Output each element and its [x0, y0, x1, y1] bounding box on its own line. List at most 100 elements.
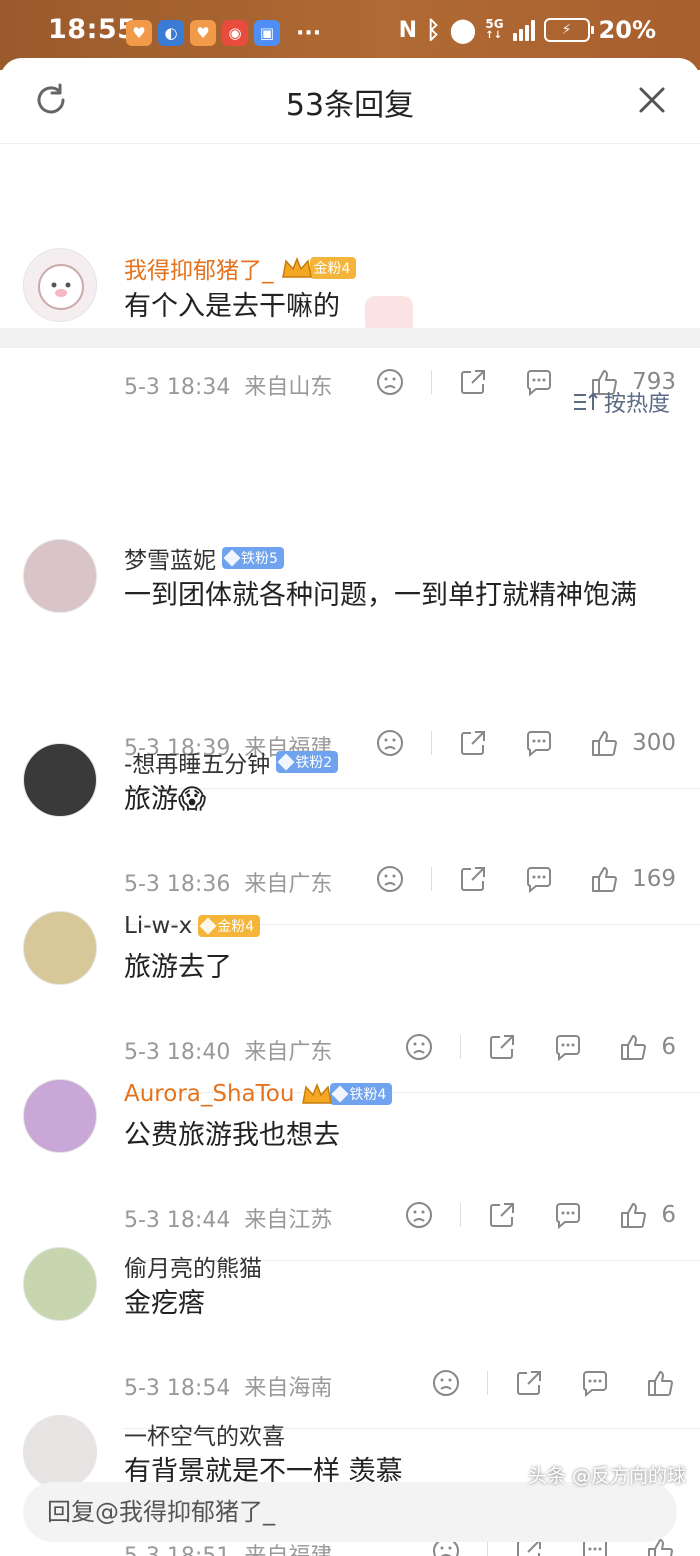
comment-time: 5-3 18:44: [124, 1208, 231, 1233]
reply-placeholder: 回复@我得抑郁猪了_: [47, 1498, 275, 1526]
comment-actions: 6: [404, 1032, 676, 1062]
share-icon[interactable]: [458, 864, 488, 894]
avatar[interactable]: [23, 743, 97, 817]
reply-icon[interactable]: [580, 1368, 610, 1398]
dislike-icon[interactable]: [375, 728, 405, 758]
username[interactable]: Li-w-x: [124, 913, 192, 939]
comment-meta: 5-3 18:44 来自江苏: [124, 1202, 332, 1234]
action-separator: [487, 1371, 488, 1395]
username-row: 偷月亮的熊猫: [124, 1249, 262, 1283]
reply-icon[interactable]: [553, 1032, 583, 1062]
replies-sheet: 53条回复 我得抑郁猪了_ 金粉4 有个入是去干嘛的 5-3 18:34 来自山…: [0, 58, 700, 1556]
username[interactable]: 梦雪蓝妮: [124, 541, 216, 575]
sort-button[interactable]: 按热度: [572, 386, 670, 418]
fan-badge: 金粉4: [198, 915, 261, 937]
avatar[interactable]: [23, 248, 97, 322]
battery-icon: ⚡: [543, 18, 594, 42]
comment-text: 金疙瘩: [124, 1288, 205, 1319]
comment-text: 旅游😱: [124, 784, 207, 815]
comment-meta: 5-3 18:34 来自山东: [124, 369, 332, 401]
comment-time: 5-3 18:40: [124, 1040, 231, 1065]
action-separator: [431, 731, 433, 755]
share-icon[interactable]: [514, 1368, 544, 1398]
avatar[interactable]: [23, 1247, 97, 1321]
gem-icon: [199, 917, 217, 935]
comment-text: 有个入是去干嘛的: [124, 291, 340, 322]
share-icon[interactable]: [487, 1200, 517, 1230]
reply-icon[interactable]: [524, 367, 554, 397]
fan-badge: 铁粉4: [330, 1083, 393, 1105]
sort-label: 按热度: [603, 392, 670, 417]
sheet-title: 53条回复: [285, 88, 415, 123]
avatar[interactable]: [23, 1415, 97, 1489]
reply-input[interactable]: 回复@我得抑郁猪了_: [23, 1482, 677, 1542]
action-separator: [460, 1203, 462, 1227]
comment-meta: 5-3 18:54 来自海南: [124, 1370, 332, 1402]
username[interactable]: 一杯空气的欢喜: [124, 1417, 285, 1451]
dislike-icon[interactable]: [375, 864, 405, 894]
bluetooth-icon: ᛒ: [426, 16, 441, 44]
app-heart-icon-2: ♥: [190, 20, 216, 46]
username-row: -想再睡五分钟 铁粉2: [124, 745, 339, 779]
network-type: 5G ↑↓: [485, 17, 504, 41]
like-icon[interactable]: [590, 728, 620, 758]
gem-icon: [331, 1085, 349, 1103]
reply-icon[interactable]: [524, 728, 554, 758]
username-row: Aurora_ShaTou 铁粉4: [124, 1081, 393, 1107]
username-row: 一杯空气的欢喜: [124, 1417, 285, 1451]
status-right: N ᛒ ⬤ 5G ↑↓ ⚡ 20%: [399, 16, 656, 44]
location-icon: ⬤: [449, 16, 477, 44]
like-icon[interactable]: [619, 1200, 649, 1230]
app-browser-icon: ◐: [158, 20, 184, 46]
crown-icon: [302, 1082, 333, 1104]
comment-location: 来自广东: [244, 1040, 333, 1065]
username[interactable]: 我得抑郁猪了_: [124, 251, 274, 285]
nfc-icon: N: [398, 17, 418, 43]
app-heart-icon: ♥: [126, 20, 152, 46]
avatar[interactable]: [23, 1079, 97, 1153]
dislike-icon[interactable]: [404, 1032, 434, 1062]
like-count: 169: [632, 866, 676, 892]
username-row: 梦雪蓝妮 铁粉5: [124, 541, 284, 575]
like-icon[interactable]: [619, 1032, 649, 1062]
username[interactable]: Aurora_ShaTou: [124, 1081, 294, 1107]
like-icon[interactable]: [646, 1368, 676, 1398]
watermark: 头条 @反方向的球: [527, 1465, 686, 1487]
weibo-icon: ◉: [222, 20, 248, 46]
like-icon[interactable]: [590, 864, 620, 894]
gem-icon: [223, 549, 241, 567]
share-icon[interactable]: [487, 1032, 517, 1062]
comment-time: 5-3 18:34: [124, 375, 231, 400]
comment-time: 5-3 18:51: [124, 1544, 230, 1556]
share-icon[interactable]: [458, 367, 488, 397]
username[interactable]: -想再睡五分钟: [124, 745, 270, 779]
fan-badge: 金粉4: [309, 257, 357, 279]
comment-text: 一到团体就各种问题，一到单打就精神饱满: [124, 580, 637, 611]
crown-icon: [281, 256, 312, 278]
comment-meta: 5-3 18:36 来自广东: [124, 866, 332, 898]
app-card-icon: ▣: [254, 20, 280, 46]
fan-badge: 铁粉2: [276, 751, 339, 773]
comment-actions: 169: [375, 864, 676, 894]
comment-location: 来自山东: [244, 375, 333, 400]
dislike-icon[interactable]: [404, 1200, 434, 1230]
dislike-icon[interactable]: [431, 1368, 461, 1398]
comment-location: 来自海南: [244, 1376, 333, 1401]
gem-icon: [277, 753, 295, 771]
avatar[interactable]: [23, 911, 97, 985]
action-separator: [431, 867, 433, 891]
close-icon[interactable]: [636, 84, 668, 116]
share-icon[interactable]: [458, 728, 488, 758]
comment-actions: 300: [375, 728, 676, 758]
username[interactable]: 偷月亮的熊猫: [124, 1249, 262, 1283]
username-row: 我得抑郁猪了_ 金粉4: [124, 251, 357, 285]
dislike-icon[interactable]: [375, 367, 405, 397]
signal-icon: [512, 19, 535, 41]
reply-icon[interactable]: [553, 1200, 583, 1230]
status-time: 18:55: [48, 14, 137, 45]
avatar[interactable]: [23, 539, 97, 613]
like-count: 300: [632, 730, 676, 756]
like-count: 6: [661, 1034, 676, 1060]
comment-location: 来自江苏: [244, 1208, 333, 1233]
reply-icon[interactable]: [524, 864, 554, 894]
